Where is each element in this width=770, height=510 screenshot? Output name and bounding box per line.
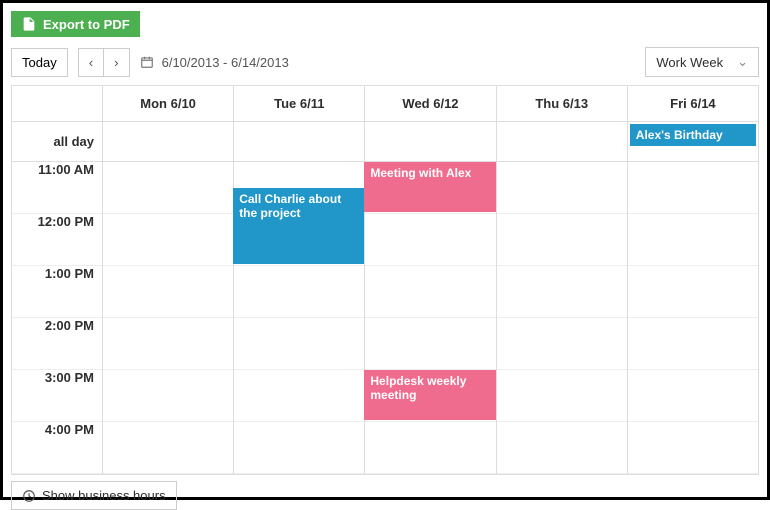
toolbar: Today ‹ › 6/10/2013 - 6/14/2013 Work Wee… [11,47,759,77]
time-column: 11:00 AM 12:00 PM 1:00 PM 2:00 PM 3:00 P… [12,162,102,474]
events-layer: Call Charlie about the projectMeeting wi… [102,162,758,474]
column-header[interactable]: Mon 6/10 [102,86,233,122]
all-day-event[interactable]: Alex's Birthday [630,124,756,146]
business-hours-label: Show business hours [42,488,166,503]
column-header[interactable]: Wed 6/12 [364,86,495,122]
column-header[interactable]: Tue 6/11 [233,86,364,122]
header-row: Mon 6/10 Tue 6/11 Wed 6/12 Thu 6/13 Fri … [12,86,758,122]
grid-column: Call Charlie about the projectMeeting wi… [102,162,758,474]
scheduler-event[interactable]: Helpdesk weekly meeting [364,370,495,420]
today-button[interactable]: Today [11,48,68,77]
column-header[interactable]: Thu 6/13 [496,86,627,122]
scheduler-event[interactable]: Meeting with Alex [364,162,495,212]
prev-button[interactable]: ‹ [79,49,104,76]
column-header[interactable]: Fri 6/14 [627,86,758,122]
next-button[interactable]: › [104,49,128,76]
all-day-cell[interactable]: Alex's Birthday [627,122,758,162]
header-blank [12,86,102,122]
business-hours-button[interactable]: Show business hours [11,481,177,510]
time-label: 2:00 PM [12,318,102,370]
date-range-picker[interactable]: 6/10/2013 - 6/14/2013 [140,55,289,70]
view-selector-label: Work Week [656,55,723,70]
all-day-cell[interactable] [102,122,233,162]
time-label: 11:00 AM [12,162,102,214]
all-day-cell[interactable] [364,122,495,162]
export-pdf-button[interactable]: Export to PDF [11,11,140,37]
chevron-down-icon: ⌄ [737,54,748,70]
time-label: 3:00 PM [12,370,102,422]
time-label: 4:00 PM [12,422,102,474]
clock-icon [22,489,36,503]
nav-group: ‹ › [78,48,130,77]
date-range-text: 6/10/2013 - 6/14/2013 [162,55,289,70]
all-day-label: all day [12,122,102,162]
export-pdf-label: Export to PDF [43,17,130,32]
all-day-cell[interactable] [233,122,364,162]
calendar-icon [140,55,154,69]
time-label: 1:00 PM [12,266,102,318]
view-selector[interactable]: Work Week ⌄ [645,47,759,77]
scheduler-event[interactable]: Call Charlie about the project [233,188,364,264]
scheduler: Mon 6/10 Tue 6/11 Wed 6/12 Thu 6/13 Fri … [11,85,759,475]
all-day-row: all day Alex's Birthday [12,122,758,162]
all-day-cell[interactable] [496,122,627,162]
pdf-icon [21,16,37,32]
scheduler-body: 11:00 AM 12:00 PM 1:00 PM 2:00 PM 3:00 P… [12,162,758,474]
time-label: 12:00 PM [12,214,102,266]
